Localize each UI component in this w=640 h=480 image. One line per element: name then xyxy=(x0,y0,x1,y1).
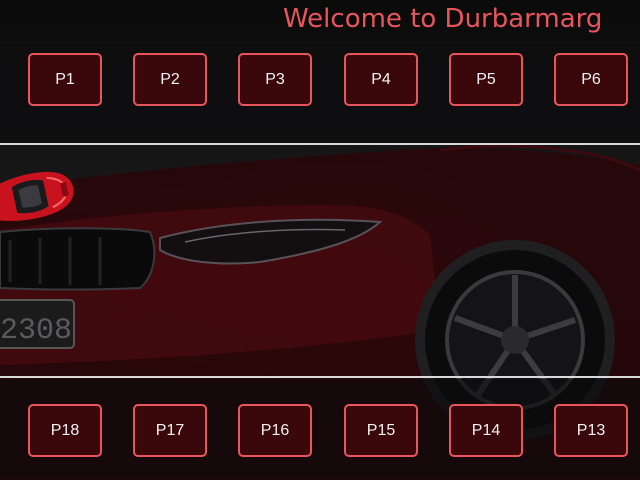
parking-slot-p1[interactable]: P1 xyxy=(28,53,102,106)
parking-slot-p13[interactable]: P13 xyxy=(554,404,628,457)
page-title: Welcome to Durbarmarg xyxy=(283,4,603,34)
red-car-icon[interactable] xyxy=(0,158,76,232)
parking-slot-p15[interactable]: P15 xyxy=(344,404,418,457)
header-bar: Welcome to Durbarmarg xyxy=(0,0,640,42)
parking-slot-p2[interactable]: P2 xyxy=(133,53,207,106)
license-plate-text: 2308 xyxy=(0,314,72,348)
parking-slot-p5[interactable]: P5 xyxy=(449,53,523,106)
parking-slot-p4[interactable]: P4 xyxy=(344,53,418,106)
parking-slot-p16[interactable]: P16 xyxy=(238,404,312,457)
parking-slot-p17[interactable]: P17 xyxy=(133,404,207,457)
parking-slot-p6[interactable]: P6 xyxy=(554,53,628,106)
lane-divider-bottom xyxy=(0,376,640,378)
parking-slot-p3[interactable]: P3 xyxy=(238,53,312,106)
parking-row-top: P1 P2 P3 P4 P5 P6 xyxy=(0,43,640,143)
parking-slot-p18[interactable]: P18 xyxy=(28,404,102,457)
lane-divider-top xyxy=(0,143,640,145)
parking-screen: 2308 Welcome to Durbarmarg P1 P2 P3 P4 P… xyxy=(0,0,640,480)
parking-row-bottom: P18 P17 P16 P15 P14 P13 xyxy=(0,379,640,479)
parking-slot-p14[interactable]: P14 xyxy=(449,404,523,457)
